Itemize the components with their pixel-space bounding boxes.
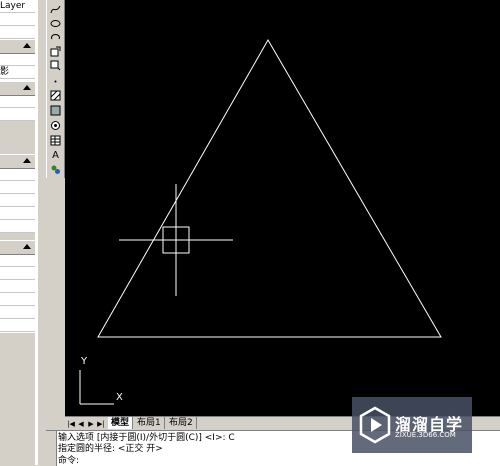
ucs-icon — [79, 370, 114, 405]
property-row[interactable] — [0, 26, 35, 39]
draw-toolbar: A — [46, 0, 65, 178]
property-row[interactable] — [0, 280, 35, 293]
property-row[interactable] — [0, 293, 35, 306]
property-row[interactable] — [0, 53, 35, 66]
property-row[interactable] — [0, 108, 35, 121]
collapse-icon — [23, 244, 31, 249]
insert-block-icon[interactable] — [48, 44, 63, 58]
property-layer-label: Layer — [0, 1, 26, 11]
collapse-icon — [23, 85, 31, 90]
property-spacer — [0, 233, 35, 240]
watermark-logo-icon — [359, 406, 391, 444]
tab-layout1[interactable]: 布局1 — [134, 417, 165, 429]
next-tab-icon[interactable]: ▶ — [87, 419, 95, 428]
property-row[interactable] — [0, 194, 35, 207]
ellipse-icon[interactable] — [48, 16, 63, 30]
gradient-icon[interactable] — [48, 103, 63, 117]
drawing-canvas[interactable]: Y X — [65, 0, 500, 416]
property-row[interactable] — [0, 220, 35, 233]
spline-icon[interactable] — [48, 2, 63, 16]
property-row[interactable] — [0, 181, 35, 194]
triangle — [97, 39, 442, 338]
collapse-icon — [23, 158, 31, 163]
property-row-layer[interactable]: Layer — [0, 0, 35, 13]
table-icon[interactable] — [48, 133, 63, 147]
hatch-icon[interactable] — [48, 88, 63, 102]
property-section-header[interactable] — [0, 154, 35, 169]
properties-palette: Layer 影 — [0, 0, 39, 465]
property-row[interactable] — [0, 267, 35, 280]
property-section-header[interactable] — [0, 81, 35, 96]
region-icon[interactable] — [48, 118, 63, 132]
property-row[interactable] — [0, 168, 35, 181]
property-shadow-label: 影 — [0, 67, 10, 77]
property-row[interactable]: 影 — [0, 66, 35, 79]
property-row[interactable] — [0, 95, 35, 108]
property-section-header[interactable] — [0, 240, 35, 255]
prev-tab-icon[interactable]: ◀ — [77, 419, 85, 428]
property-row[interactable] — [0, 207, 35, 220]
ellipse-arc-icon[interactable] — [48, 30, 63, 44]
property-row[interactable] — [0, 254, 35, 267]
crosshair-cursor — [119, 184, 233, 296]
text-glyph: A — [52, 149, 59, 161]
property-row[interactable] — [0, 13, 35, 26]
property-spacer — [0, 333, 35, 465]
tab-model[interactable]: 模型 — [108, 417, 134, 429]
last-tab-icon[interactable]: ▶| — [97, 419, 105, 428]
watermark-url: ZIXUE.3D66.COM — [395, 431, 456, 439]
toolbar-dock-area — [46, 178, 65, 423]
point-icon[interactable] — [48, 74, 63, 88]
command-history-line: 输入选项 [内接于圆(I)/外切于圆(C)] <I>: C — [58, 433, 235, 443]
make-block-icon[interactable] — [48, 58, 63, 72]
property-row[interactable] — [0, 319, 35, 332]
command-history-line: 指定圆的半径: <正交 开> — [58, 444, 163, 454]
command-line-grip[interactable] — [46, 431, 57, 466]
palette-gap — [38, 0, 46, 465]
add-selected-icon[interactable] — [48, 162, 63, 176]
property-row[interactable] — [0, 306, 35, 319]
multiline-text-icon[interactable]: A — [48, 148, 63, 162]
ucs-x-label: X — [116, 392, 123, 403]
tab-layout2[interactable]: 布局2 — [166, 417, 197, 429]
ucs-y-label: Y — [81, 356, 88, 367]
property-section-header[interactable] — [0, 39, 35, 54]
collapse-icon — [23, 43, 31, 48]
first-tab-icon[interactable]: |◀ — [67, 419, 75, 428]
watermark: 溜溜自学 ZIXUE.3D66.COM — [352, 397, 472, 453]
property-spacer — [0, 121, 35, 154]
